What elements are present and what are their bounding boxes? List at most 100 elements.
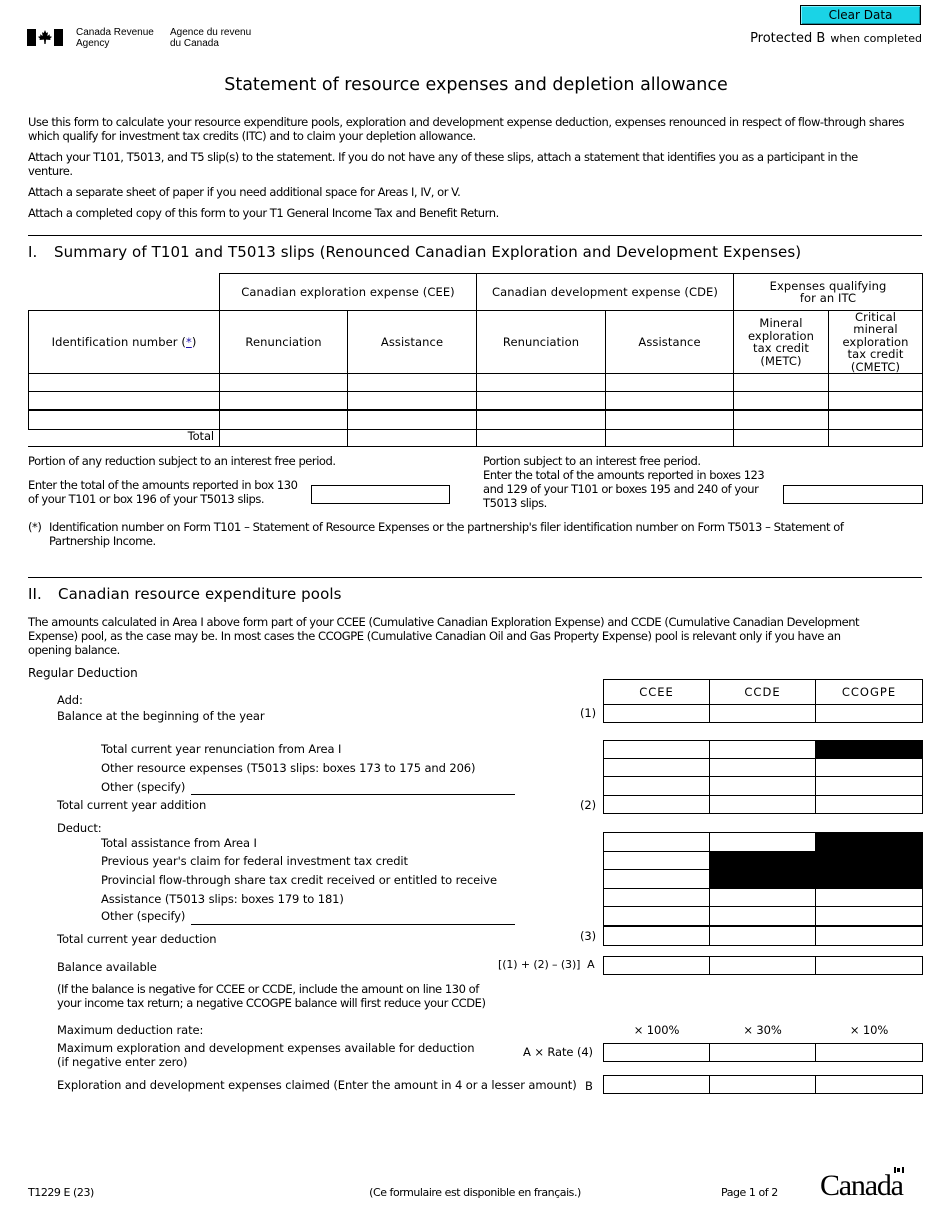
other-specify-add-ccde-input[interactable] — [709, 776, 816, 796]
cde-asst-cell[interactable] — [605, 373, 734, 392]
expenses-claimed-ccogpe-input[interactable] — [815, 1075, 923, 1094]
assistance-t5013-ccde-input[interactable] — [709, 888, 816, 907]
provincial-ft-credit-label: Provincial flow-through share tax credit… — [101, 873, 497, 887]
area-2-heading: II. Canadian resource expenditure pools — [28, 585, 342, 603]
cee-asst-cell[interactable] — [347, 410, 477, 430]
cde-asst-cell[interactable] — [605, 391, 734, 410]
cde-ren-cell[interactable] — [476, 373, 606, 392]
expenses-claimed-ccee-input[interactable] — [603, 1075, 710, 1094]
previous-itc-ccee-input[interactable] — [603, 851, 710, 870]
id-cell[interactable] — [28, 391, 220, 410]
balance-available-ccde-input[interactable] — [709, 956, 816, 975]
id-number-header: Identification number (*) — [28, 310, 220, 374]
cee-asst-cell[interactable] — [347, 373, 477, 392]
area-1-title: Summary of T101 and T5013 slips (Renounc… — [54, 243, 802, 261]
cde-assistance-header: Assistance — [605, 310, 734, 374]
other-specify-deduct-ccogpe-input[interactable] — [815, 906, 923, 926]
other-specify-deduct-input[interactable] — [191, 909, 515, 925]
agency-name-fr: Agence du revenu du Canada — [170, 27, 252, 49]
other-specify-deduct-label: Other (specify) — [101, 909, 186, 923]
french-availability-note: (Ce formulaire est disponible en françai… — [369, 1186, 581, 1199]
total-metc-cell[interactable] — [733, 429, 829, 447]
max-available-label: Maximum exploration and development expe… — [57, 1041, 475, 1069]
other-specify-add-ccee-input[interactable] — [603, 776, 710, 796]
total-deduction-ccee-input[interactable] — [603, 926, 710, 946]
balance-beginning-ccde-input[interactable] — [709, 704, 816, 723]
cmetc-header: Critical mineral exploration tax credit … — [828, 310, 923, 374]
section-divider — [28, 235, 922, 236]
other-resource-expenses-ccogpe-input[interactable] — [815, 758, 923, 777]
max-available-ccde-input[interactable] — [709, 1043, 816, 1062]
total-assistance-ccee-input[interactable] — [603, 832, 710, 852]
ccee-column-header: CCEE — [603, 679, 710, 705]
total-deduction-ccde-input[interactable] — [709, 926, 816, 946]
id-cell[interactable] — [28, 373, 220, 392]
other-resource-expenses-ccde-input[interactable] — [709, 758, 816, 777]
expenses-claimed-ccde-input[interactable] — [709, 1075, 816, 1094]
metc-cell[interactable] — [733, 373, 829, 392]
total-cee-asst-cell[interactable] — [347, 429, 477, 447]
total-cde-asst-cell[interactable] — [605, 429, 734, 447]
total-assistance-ccogpe-blocked — [815, 832, 923, 852]
balance-available-ccee-input[interactable] — [603, 956, 710, 975]
clear-data-button[interactable]: Clear Data — [800, 5, 921, 25]
total-label: Total — [187, 429, 214, 443]
assistance-t5013-ccogpe-input[interactable] — [815, 888, 923, 907]
renunciation-area1-label: Total current year renunciation from Are… — [101, 742, 342, 756]
line-a-label: A — [587, 958, 595, 971]
other-resource-expenses-ccee-input[interactable] — [603, 758, 710, 777]
cmetc-cell[interactable] — [828, 410, 923, 430]
other-specify-add-label: Other (specify) — [101, 780, 186, 794]
cee-ren-cell[interactable] — [219, 410, 348, 430]
cmetc-cell[interactable] — [828, 373, 923, 392]
protected-b-text: Protected B — [750, 31, 826, 46]
agency-name-en: Canada Revenue Agency — [76, 27, 154, 49]
previous-itc-label: Previous year's claim for federal invest… — [101, 854, 408, 868]
other-specify-add-input[interactable] — [191, 780, 515, 795]
provincial-ft-credit-ccogpe-blocked — [815, 869, 923, 889]
provincial-ft-credit-ccde-blocked — [709, 869, 816, 889]
cee-ren-cell[interactable] — [219, 373, 348, 392]
other-specify-add-ccogpe-input[interactable] — [815, 776, 923, 796]
balance-beginning-ccogpe-input[interactable] — [815, 704, 923, 723]
total-deduction-ccogpe-input[interactable] — [815, 926, 923, 946]
total-cde-ren-cell[interactable] — [476, 429, 606, 447]
cee-asst-cell[interactable] — [347, 391, 477, 410]
id-cell[interactable] — [28, 410, 220, 430]
page-title: Statement of resource expenses and deple… — [224, 75, 728, 95]
footnote-text-cont: Partnership Income. — [49, 534, 156, 548]
balance-available-ccogpe-input[interactable] — [815, 956, 923, 975]
max-available-ccee-input[interactable] — [603, 1043, 710, 1062]
balance-beginning-ccee-input[interactable] — [603, 704, 710, 723]
government-signature: Canada Revenue Agency Agence du revenu d… — [27, 27, 257, 49]
renunciation-area1-ccee-input[interactable] — [603, 740, 710, 759]
total-addition-ccde-input[interactable] — [709, 795, 816, 814]
assistance-t5013-ccee-input[interactable] — [603, 888, 710, 907]
total-assistance-ccde-input[interactable] — [709, 832, 816, 852]
metc-cell[interactable] — [733, 410, 829, 430]
cde-asst-cell[interactable] — [605, 410, 734, 430]
cmetc-cell[interactable] — [828, 391, 923, 410]
area-1-number: I. — [28, 243, 38, 261]
max-available-ccogpe-input[interactable] — [815, 1043, 923, 1062]
negative-balance-note: (If the balance is negative for CCEE or … — [57, 982, 486, 1010]
provincial-ft-credit-ccee-input[interactable] — [603, 869, 710, 889]
previous-itc-ccogpe-blocked — [815, 851, 923, 870]
metc-cell[interactable] — [733, 391, 829, 410]
other-specify-deduct-ccde-input[interactable] — [709, 906, 816, 926]
protected-label: Protected B when completed — [700, 27, 922, 46]
cde-ren-cell[interactable] — [476, 410, 606, 430]
total-addition-ccee-input[interactable] — [603, 795, 710, 814]
other-specify-deduct-ccee-input[interactable] — [603, 906, 710, 926]
footnote-text: Identification number on Form T101 – Sta… — [49, 520, 844, 534]
total-cee-ren-cell[interactable] — [219, 429, 348, 447]
renunciation-area1-ccde-input[interactable] — [709, 740, 816, 759]
area-2-number: II. — [28, 585, 42, 603]
cde-ren-cell[interactable] — [476, 391, 606, 410]
itc-group-header: Expenses qualifying for an ITC — [733, 273, 923, 311]
interest-free-left-input[interactable] — [311, 485, 450, 504]
interest-free-right-input[interactable] — [783, 485, 923, 504]
cee-ren-cell[interactable] — [219, 391, 348, 410]
total-cmetc-cell[interactable] — [828, 429, 923, 447]
total-addition-ccogpe-input[interactable] — [815, 795, 923, 814]
